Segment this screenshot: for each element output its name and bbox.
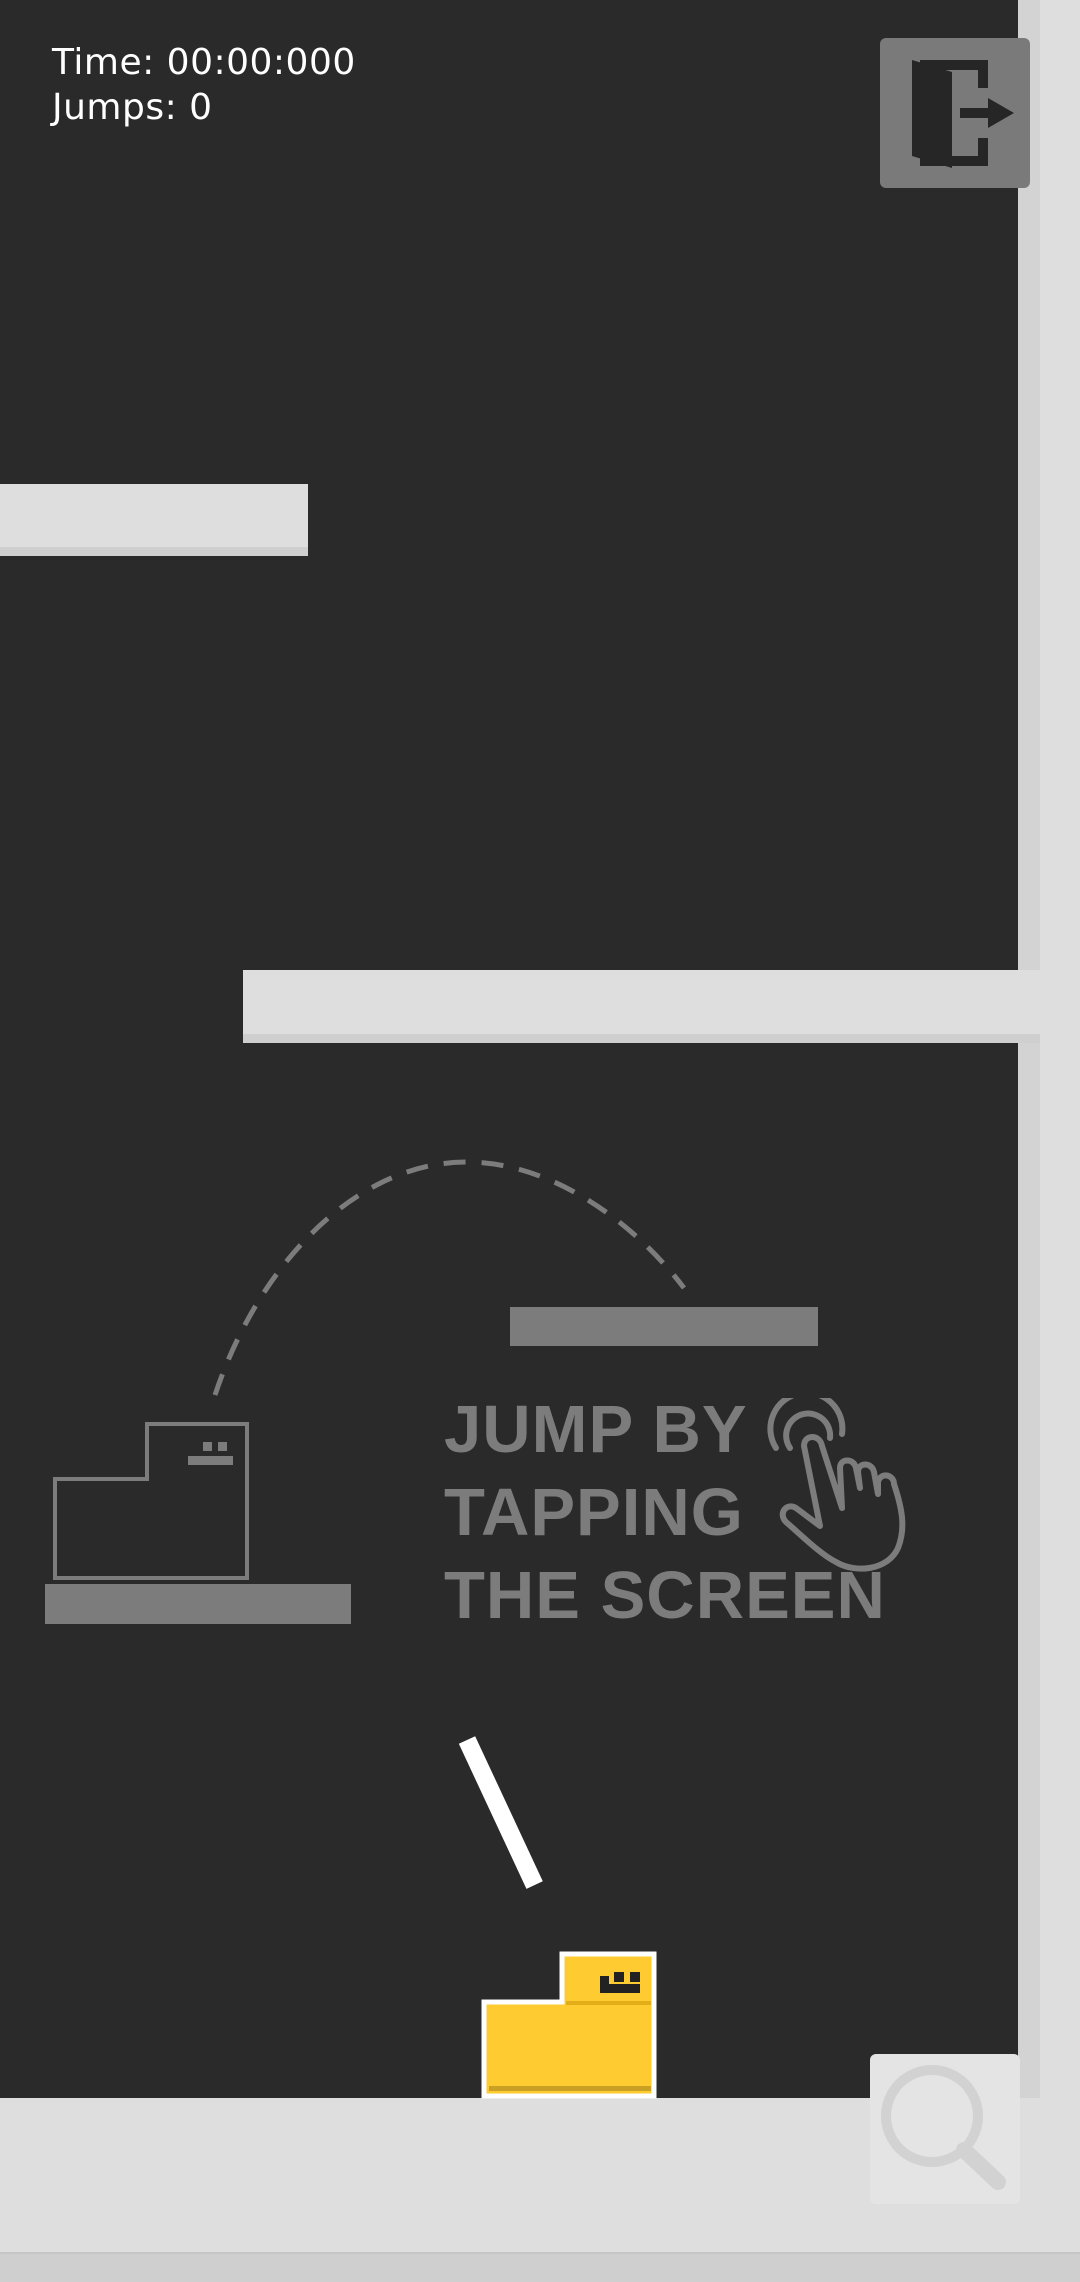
exit-button[interactable] [880,38,1030,188]
right-wall-shadow [1018,0,1040,2098]
rotating-stick-obstacle [458,1736,543,1889]
tap-hand-icon [767,1398,906,1572]
hud-stats: Time: 00:00:000 Jumps: 0 [52,40,356,130]
jump-arc [212,1159,686,1396]
tutorial-target-platform [510,1307,818,1346]
tutorial-start-platform [45,1584,351,1624]
platform-middle [243,970,1040,1043]
zoom-button[interactable] [870,2054,1020,2204]
ground-floor-edge [0,2252,1080,2282]
exit-door-icon [912,60,1014,168]
timer-label: Time: 00:00:000 [52,42,356,83]
jumps-counter-label: Jumps: 0 [52,87,213,128]
platform-upper-left [0,484,308,556]
right-boundary-wall [1040,0,1080,2280]
player-character [481,1951,657,2099]
magnifier-icon [881,2065,1006,2190]
